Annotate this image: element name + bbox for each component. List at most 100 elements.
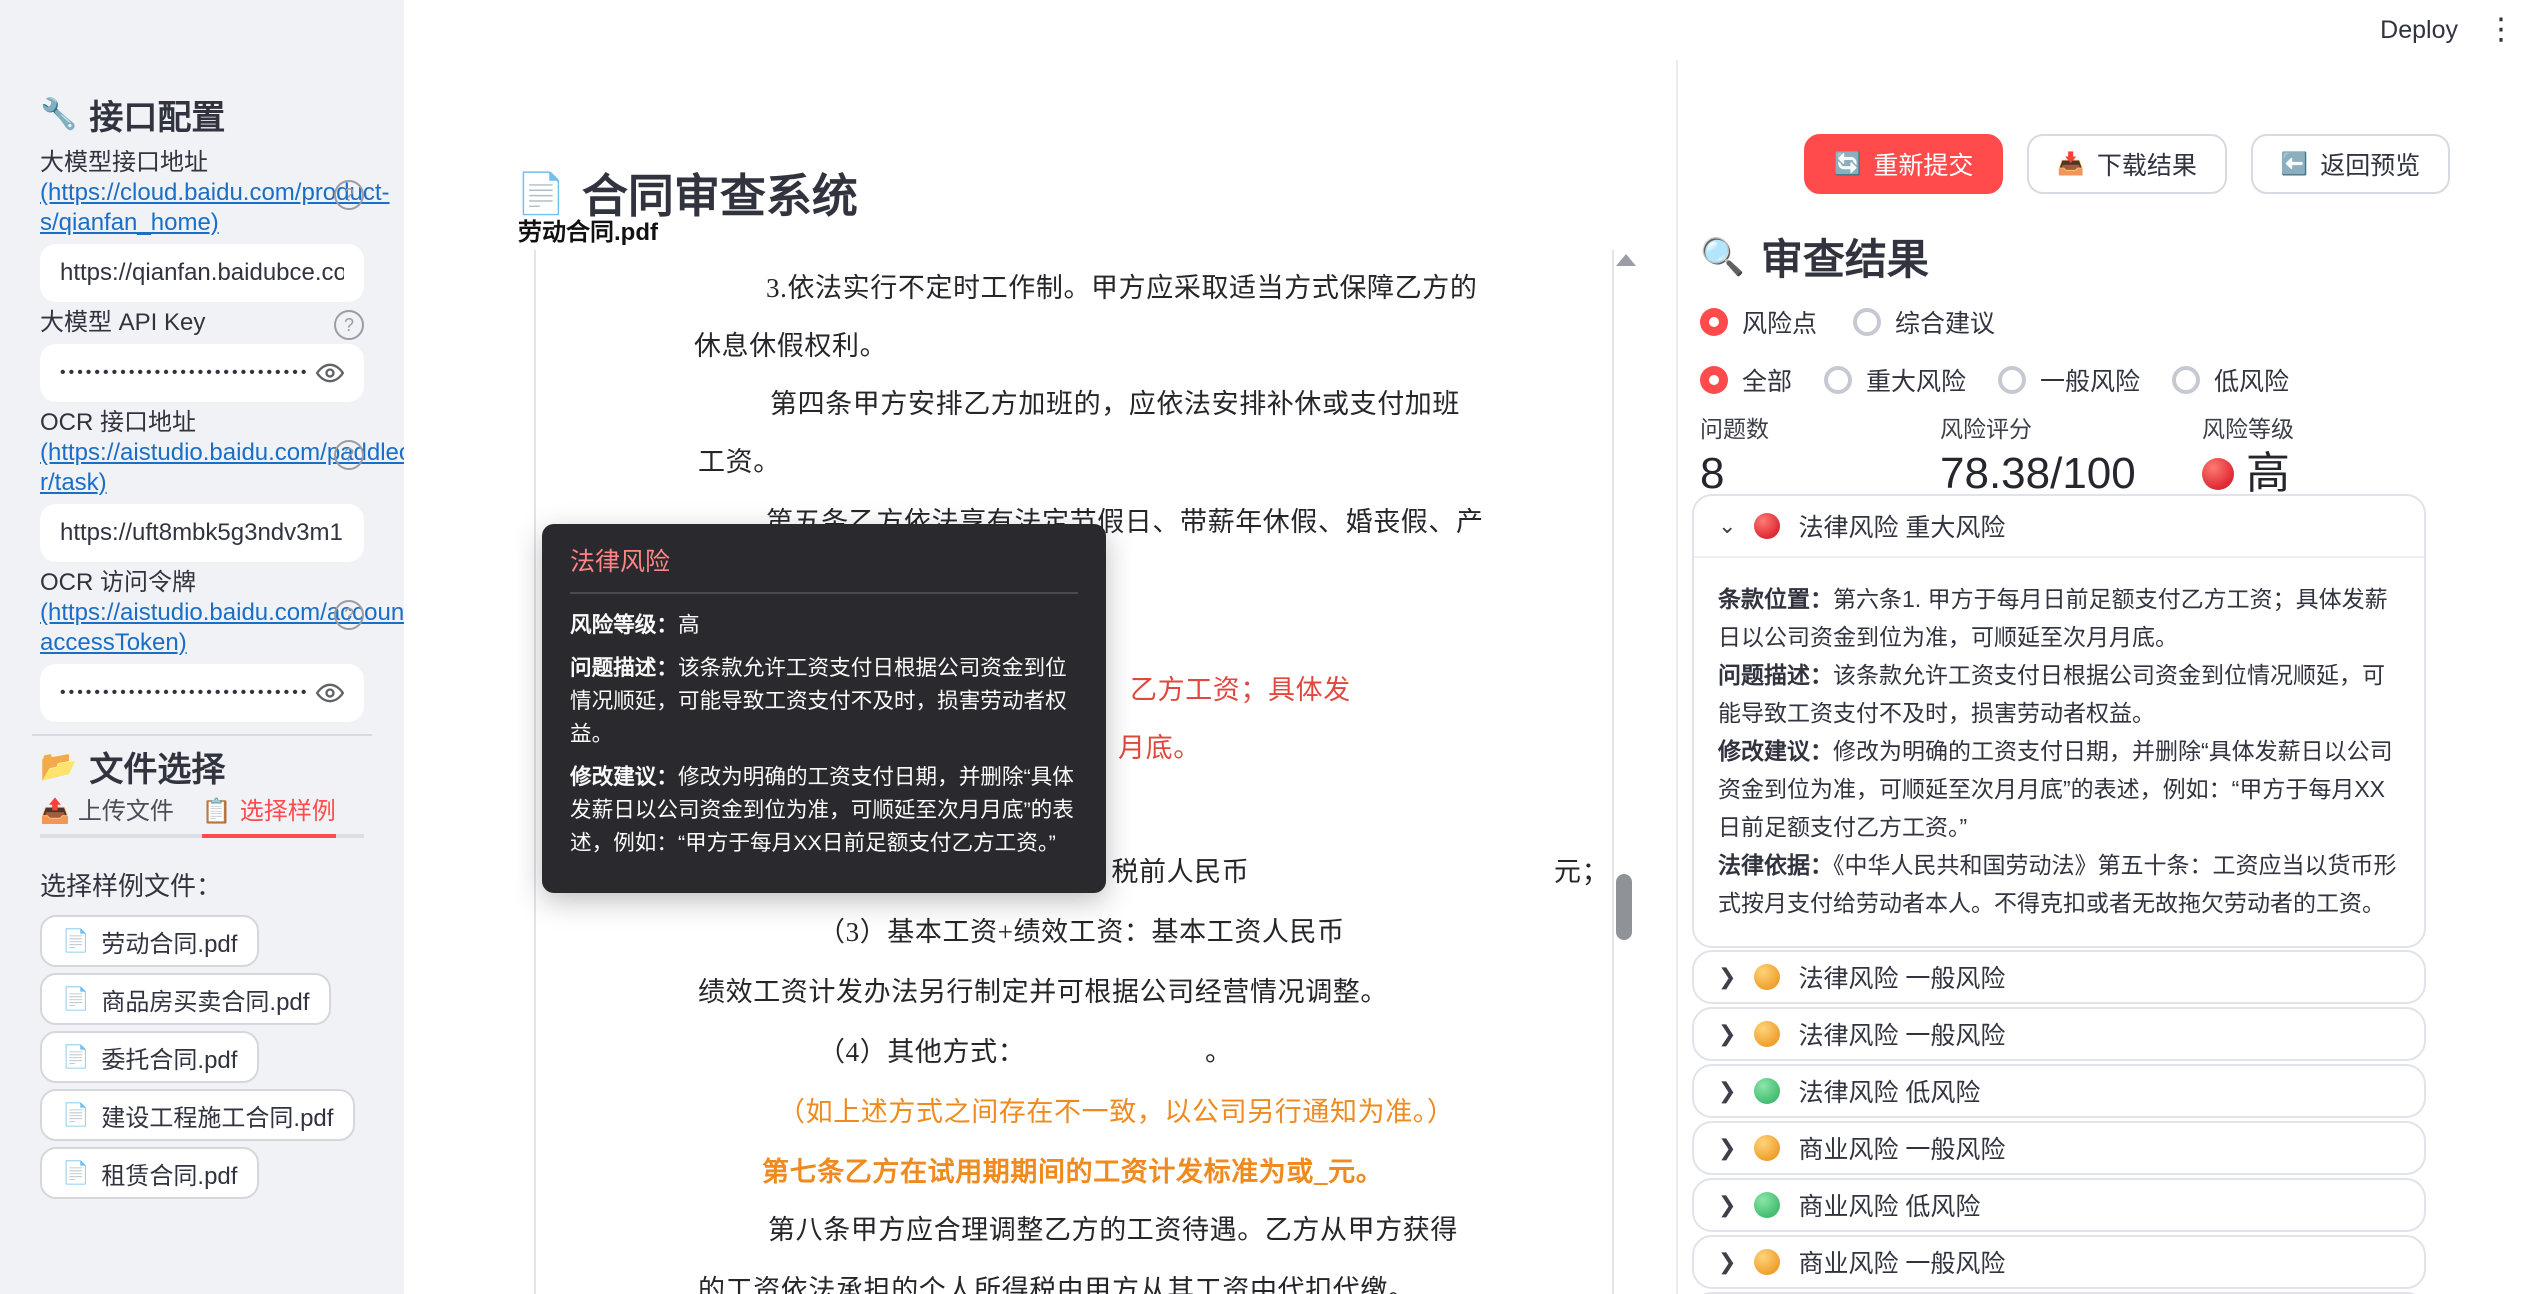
orange-dot-icon bbox=[1754, 1021, 1781, 1047]
risk-detail-row: 问题描述：该条款允许工资支付日根据公司资金到位情况顺延，可能导致工资支付不及时，… bbox=[1718, 656, 2400, 732]
radio-icon[interactable] bbox=[1700, 366, 1728, 394]
file-name: 商品房买卖合同.pdf bbox=[101, 988, 310, 1016]
sample-file-button[interactable]: 📄 建设工程施工合同.pdf bbox=[40, 1089, 356, 1141]
radio-label: 低风险 bbox=[2214, 368, 2290, 396]
app-header: Deploy ⋮ bbox=[404, 0, 2536, 60]
metric-risk-level: 风险等级 高 bbox=[2202, 416, 2294, 498]
field-llm-api-key: 大模型 API Key ? ••••••••••••••••••••••••••… bbox=[40, 308, 364, 402]
collapsed-expander-list: ❯ 法律风险 一般风险 ❯ 法律风险 一般风险 ❯ 法律风险 低风险 ❯ 商业风险 一般风险 ❯… bbox=[1692, 950, 2426, 1294]
sample-file-button[interactable]: 📄 委托合同.pdf bbox=[40, 1031, 260, 1083]
field-label: 大模型接口地址 bbox=[40, 149, 208, 176]
risk-detail-label: 修改建议： bbox=[1718, 738, 1833, 764]
radio-label: 风险点 bbox=[1742, 310, 1818, 338]
chevron-right-icon: ❯ bbox=[1718, 1021, 1737, 1046]
risk-tooltip: 法律风险 风险等级：高 问题描述：该条款允许工资支付日根据公司资金到位情况顺延，可… bbox=[542, 524, 1106, 893]
collapsed-expander-header[interactable]: ❯ 商业风险 低风险 bbox=[1692, 1178, 2426, 1232]
llm-endpoint-link[interactable]: (https://cloud.baidu.com/product- bbox=[40, 178, 390, 208]
current-doc-name: 劳动合同.pdf bbox=[518, 219, 658, 246]
collapsed-expander-header[interactable]: ❯ 法律风险 一般风险 bbox=[1692, 950, 2426, 1004]
expander-header[interactable]: ⌄ 法律风险 重大风险 bbox=[1694, 496, 2424, 556]
chevron-right-icon: ❯ bbox=[1718, 1135, 1737, 1160]
help-icon[interactable]: ? bbox=[334, 440, 364, 470]
result-type-option[interactable]: 综合建议 bbox=[1853, 304, 1995, 340]
doc-line: 第四条甲方安排乙方加班的，应依法安排补休或支付加班 bbox=[770, 389, 1460, 419]
doc-line: （3）基本工资+绩效工资：基本工资人民币 bbox=[818, 917, 1345, 947]
llm-endpoint-link[interactable]: s/qianfan_home) bbox=[40, 208, 340, 238]
expander-title: 法律风险 一般风险 bbox=[1798, 1022, 2006, 1050]
collapsed-expander-header[interactable]: ❯ 商业风险 一般风险 bbox=[1692, 1235, 2426, 1289]
doc-line: 第七条乙方在试用期期间的工资计发标准为或_元。 bbox=[762, 1157, 1384, 1187]
tooltip-row-label: 修改建议： bbox=[570, 764, 678, 789]
ocr-token-link[interactable]: (https://aistudio.baidu.com/account/ bbox=[40, 598, 404, 628]
expander-title: 法律风险 低风险 bbox=[1798, 1079, 1981, 1107]
ocr-token-input[interactable]: ••••••••••••••••••••••••••••••••• bbox=[40, 664, 364, 722]
doc-line: 第八条甲方应合理调整乙方的工资待遇。乙方从甲方获得 bbox=[768, 1215, 1458, 1245]
sample-file-button[interactable]: 📄 商品房买卖合同.pdf bbox=[40, 973, 332, 1025]
field-llm-endpoint: 大模型接口地址 (https://cloud.baidu.com/product… bbox=[40, 148, 390, 302]
risk-filter-option[interactable]: 重大风险 bbox=[1824, 362, 1966, 398]
collapsed-expander-header[interactable]: ❯ 商业风险 一般风险 bbox=[1692, 1121, 2426, 1175]
risk-filter-option[interactable]: 低风险 bbox=[2172, 362, 2289, 398]
back-to-preview-button[interactable]: ⬅️ 返回预览 bbox=[2250, 134, 2451, 194]
radio-icon[interactable] bbox=[1824, 366, 1853, 394]
expander-body: 条款位置：第六条1. 甲方于每月日前足额支付乙方工资；具体发薪日以公司资金到位为… bbox=[1694, 556, 2424, 946]
green-dot-icon bbox=[1754, 1192, 1781, 1218]
llm-endpoint-input[interactable]: https://qianfan.baidubce.com/v2 bbox=[40, 244, 364, 302]
radio-icon[interactable] bbox=[1998, 366, 2027, 394]
ocr-endpoint-link[interactable]: (https://aistudio.baidu.com/paddleoc bbox=[40, 438, 404, 468]
collapsed-expander-header[interactable]: ❯ 法律风险 一般风险 bbox=[1692, 1007, 2426, 1061]
scroll-up-arrow-icon[interactable] bbox=[1616, 254, 1636, 266]
help-icon[interactable]: ? bbox=[334, 180, 364, 210]
doc-line: 工资。 bbox=[698, 447, 781, 477]
sample-file-button[interactable]: 📄 租赁合同.pdf bbox=[40, 1147, 260, 1199]
clipboard-icon: 📋 bbox=[201, 798, 232, 825]
chevron-down-icon: ⌄ bbox=[1718, 513, 1737, 538]
deploy-button[interactable]: Deploy bbox=[2380, 16, 2458, 45]
radio-icon[interactable] bbox=[1853, 308, 1882, 336]
radio-icon[interactable] bbox=[2172, 366, 2201, 394]
risk-filter-option[interactable]: 全部 bbox=[1700, 362, 1792, 398]
folder-icon: 📂 bbox=[40, 749, 78, 783]
sample-file-button[interactable]: 📄 劳动合同.pdf bbox=[40, 915, 260, 967]
sample-file-list-label: 选择样例文件： bbox=[40, 871, 223, 901]
chevron-right-icon: ❯ bbox=[1718, 1249, 1737, 1274]
eye-icon[interactable] bbox=[316, 359, 344, 387]
radio-icon[interactable] bbox=[1700, 308, 1728, 336]
sample-file-list: 📄 劳动合同.pdf 📄 商品房买卖合同.pdf 📄 委托合同.pdf 📄 建设工程施工合同.… bbox=[40, 915, 364, 1199]
doc-line: 元； bbox=[1554, 857, 1610, 887]
file-name: 劳动合同.pdf bbox=[101, 930, 238, 958]
kebab-menu-icon[interactable]: ⋮ bbox=[2486, 14, 2516, 46]
collapsed-expander-header[interactable]: ❯ 法律风险 低风险 bbox=[1692, 1064, 2426, 1118]
help-icon[interactable]: ? bbox=[334, 310, 364, 340]
wrench-icon: 🔧 bbox=[40, 97, 78, 131]
resubmit-button[interactable]: 🔄 重新提交 bbox=[1804, 134, 2004, 194]
radio-label: 一般风险 bbox=[2040, 368, 2141, 396]
llm-api-key-input[interactable]: ••••••••••••••••••••••••••••••••• bbox=[40, 344, 364, 402]
orange-dot-icon bbox=[1754, 1135, 1781, 1161]
risk-filter-option[interactable]: 一般风险 bbox=[1998, 362, 2140, 398]
ocr-endpoint-link[interactable]: r/task) bbox=[40, 468, 340, 498]
results-title: 🔍 审查结果 bbox=[1700, 235, 1929, 284]
field-ocr-token: OCR 访问令牌 (https://aistudio.baidu.com/acc… bbox=[40, 568, 404, 722]
chevron-right-icon: ❯ bbox=[1718, 1078, 1737, 1103]
doc-line: 的工资依法承担的个人所得税由甲方从其工资中代扣代缴。 bbox=[698, 1275, 1416, 1294]
ocr-token-link[interactable]: accessToken) bbox=[40, 628, 340, 658]
field-label: OCR 访问令牌 bbox=[40, 569, 196, 596]
tab-select-sample[interactable]: 📋 选择样例 bbox=[201, 798, 336, 838]
expander-major-risk: ⌄ 法律风险 重大风险 条款位置：第六条1. 甲方于每月日前足额支付乙方工资；具… bbox=[1692, 494, 2426, 948]
sidebar-section-file-select: 📂 文件选择 bbox=[40, 749, 226, 789]
ocr-endpoint-input[interactable]: https://uft8mbk5g3ndv3m1.aistu bbox=[40, 504, 364, 562]
results-toolbar: 🔄 重新提交 📥 下载结果 ⬅️ 返回预览 bbox=[1804, 134, 2451, 194]
result-type-option[interactable]: 风险点 bbox=[1700, 304, 1817, 340]
doc-line: 休息休假权利。 bbox=[694, 331, 888, 361]
tab-upload-file[interactable]: 📤 上传文件 bbox=[40, 800, 174, 834]
document-scrollbar-thumb[interactable] bbox=[1616, 874, 1632, 940]
file-icon: 📄 bbox=[62, 1102, 90, 1127]
risk-detail-row: 法律依据：《中华人民共和国劳动法》第五十条：工资应当以货币形式按月支付给劳动者本… bbox=[1718, 846, 2400, 922]
expander-title: 商业风险 一般风险 bbox=[1798, 1136, 2006, 1164]
help-icon[interactable]: ? bbox=[334, 600, 364, 630]
risk-detail-label: 条款位置： bbox=[1718, 586, 1833, 612]
risk-red-dot-icon bbox=[1754, 513, 1781, 539]
download-results-button[interactable]: 📥 下载结果 bbox=[2027, 134, 2227, 194]
eye-icon[interactable] bbox=[316, 679, 344, 707]
